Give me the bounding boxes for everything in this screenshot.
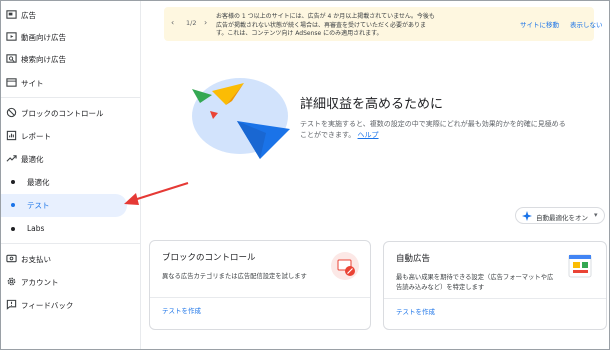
sidebar-item-label: フィードバック — [21, 301, 74, 310]
main-content: ‹ 1/2 › お客様の 1 つ以上のサイトには、広告が 4 か月以上掲載されて… — [142, 1, 609, 349]
sidebar-item-label: お支払い — [21, 255, 51, 264]
sidebar-item-label: 最適化 — [27, 178, 50, 187]
ad-icon — [6, 10, 17, 19]
gear-icon — [7, 277, 16, 286]
card-title: ブロックのコントロール — [162, 253, 256, 263]
sidebar-item-search-ads[interactable]: 検索向け広告 — [1, 48, 127, 70]
sidebar-item-label: レポート — [21, 132, 51, 141]
sidebar-item-video-ads[interactable]: 動画向け広告 — [1, 26, 127, 48]
bullet-icon — [11, 180, 15, 184]
hero-description: テストを実施すると、複数の設定の中で実際にどれが最も効果的かを的確に見極めること… — [300, 119, 570, 141]
card-divider — [384, 298, 606, 299]
sites-icon — [6, 78, 17, 87]
banner-message: お客様の 1 つ以上のサイトには、広告が 4 か月以上掲載されていません。今後も… — [216, 13, 435, 37]
search-ad-icon — [6, 54, 17, 63]
card-description: 最も高い成果を期待できる設定（広告フォーマットや広告読み込みなど）を特定します — [396, 274, 554, 291]
sidebar-item-label: テスト — [27, 201, 50, 210]
dismiss-link[interactable]: 表示しない — [570, 19, 603, 29]
auto-ads-icon — [568, 254, 592, 278]
sidebar-item-label: アカウント — [21, 278, 59, 287]
sidebar-subitem-optimization[interactable]: 最適化 — [1, 171, 127, 193]
sidebar-item-label: サイト — [21, 79, 44, 88]
notification-banner: ‹ 1/2 › お客様の 1 つ以上のサイトには、広告が 4 か月以上掲載されて… — [164, 7, 603, 41]
sidebar-item-account[interactable]: アカウント — [1, 271, 127, 293]
sidebar-divider — [1, 97, 141, 98]
hero-title: 詳細収益を高めるために — [300, 97, 444, 112]
create-experiment-link[interactable]: テストを作成 — [396, 306, 435, 316]
sidebar-divider — [1, 243, 141, 244]
help-link[interactable]: ヘルプ — [358, 131, 379, 139]
chevron-right-icon[interactable]: › — [204, 18, 207, 27]
go-to-sites-link[interactable]: サイトに移動 — [520, 19, 559, 29]
sidebar-item-feedback[interactable]: フィードバック — [1, 294, 127, 316]
card-divider — [150, 297, 370, 298]
sidebar-item-blocking-controls[interactable]: ブロックのコントロール — [1, 102, 127, 124]
sidebar-item-payments[interactable]: お支払い — [1, 248, 127, 270]
sidebar: 広告 動画向け広告 検索向け広告 サイト ブロックのコントロール レポート 最適… — [1, 1, 141, 349]
blocking-controls-card: ブロックのコントロール 異なる広告カテゴリまたは広告配信設定を試します テストを… — [149, 240, 371, 330]
block-icon — [6, 107, 17, 118]
sidebar-item-reports[interactable]: レポート — [1, 125, 127, 147]
create-experiment-link[interactable]: テストを作成 — [162, 305, 201, 315]
sidebar-item-label: 広告 — [21, 11, 36, 20]
hero-description-text: テストを実施すると、複数の設定の中で実際にどれが最も効果的かを的確に見極めること… — [300, 120, 566, 139]
sidebar-item-optimization[interactable]: 最適化 — [1, 148, 127, 170]
bullet-icon — [11, 227, 15, 231]
report-icon — [6, 130, 17, 141]
blocking-controls-icon — [331, 252, 359, 280]
trending-up-icon — [6, 155, 17, 162]
sidebar-subitem-experiments[interactable]: テスト — [1, 194, 127, 217]
sidebar-item-label: ブロックのコントロール — [21, 109, 104, 118]
auto-optimize-label: 自動最適化をオン — [536, 214, 588, 222]
sparkle-icon — [522, 211, 532, 221]
sidebar-item-label: 検索向け広告 — [21, 55, 66, 64]
banner-counter: 1/2 — [186, 19, 197, 27]
sidebar-item-ads[interactable]: 広告 — [1, 4, 127, 26]
sidebar-item-label: 最適化 — [21, 155, 44, 164]
feedback-icon — [6, 299, 17, 310]
payments-icon — [6, 254, 17, 263]
sidebar-item-label: Labs — [27, 224, 45, 233]
card-title: 自動広告 — [396, 254, 431, 264]
chevron-left-icon[interactable]: ‹ — [171, 18, 174, 27]
sidebar-item-label: 動画向け広告 — [21, 33, 66, 42]
card-description: 異なる広告カテゴリまたは広告配信設定を試します — [162, 273, 307, 280]
sidebar-item-sites[interactable]: サイト — [1, 72, 127, 94]
sidebar-subitem-labs[interactable]: Labs — [1, 218, 127, 240]
auto-ads-card: 自動広告 最も高い成果を期待できる設定（広告フォーマットや広告読み込みなど）を特… — [383, 241, 607, 330]
video-ad-icon — [6, 32, 17, 41]
bullet-icon — [11, 203, 15, 207]
auto-optimize-button[interactable]: 自動最適化をオン ▾ — [515, 207, 605, 224]
chevron-down-icon: ▾ — [594, 211, 598, 219]
paper-planes-illustration — [192, 78, 290, 159]
